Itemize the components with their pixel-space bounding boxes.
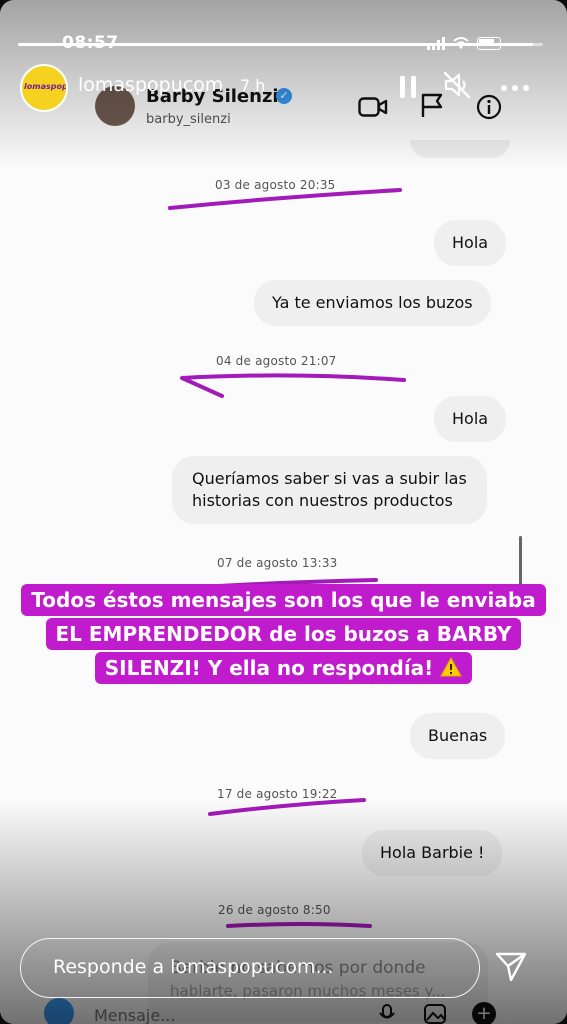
sent-message-bubble[interactable]: Hola [434,220,507,266]
video-camera-icon[interactable] [358,96,388,118]
underline-mark [226,922,372,928]
message-timestamp: 07 de agosto 13:33 [217,556,338,570]
warning-icon [440,657,463,677]
info-icon[interactable] [476,94,502,120]
speaker-muted-icon[interactable] [442,70,472,100]
status-time: 08:57 [62,33,119,53]
wifi-icon [453,37,469,49]
message-line: Queríamos saber si vas a subir las [192,469,467,488]
message-timestamp: 26 de agosto 8:50 [218,903,331,917]
pause-icon[interactable] [398,74,418,100]
story-viewer: Barby Silenzi ✓ barby_silenzi 03 de agos… [0,0,567,1024]
sent-message-bubble[interactable]: Buenas [410,713,506,759]
story-age: 7 h [240,76,266,95]
microphone-icon[interactable] [378,1004,396,1024]
sent-message-bubble[interactable]: Ya te enviamos los buzos [254,280,491,326]
story-account-avatar[interactable]: lomaspopu [20,64,68,112]
underline-mark [168,188,402,210]
logo-icon: lomaspopu [24,82,68,91]
sent-message-bubble[interactable]: Queríamos saber si vas a subir las histo… [172,456,487,524]
caption-line: Todos éstos mensajes son los que le envi… [21,584,546,616]
camera-icon[interactable] [44,998,74,1024]
send-icon[interactable] [494,950,528,984]
caption-line: EL EMPRENDEDOR de los buzos a BARBY [45,618,522,650]
message-timestamp: 03 de agosto 20:35 [215,178,336,192]
dm-compose-bar: Mensaje... + [32,994,542,1024]
story-caption: Todos éstos mensajes son los que le envi… [6,584,561,686]
compose-placeholder[interactable]: Mensaje... [94,1006,175,1024]
previous-message-bubble [410,140,510,158]
underline-mark [180,373,406,398]
system-status-icons [427,36,501,50]
signal-icon [427,36,445,50]
message-timestamp: 04 de agosto 21:07 [216,354,337,368]
add-icon[interactable]: + [472,1002,496,1024]
message-line: historias con nuestros productos [192,491,453,510]
more-icon[interactable] [500,84,530,92]
reply-placeholder: Responde a lomaspopucom... [53,956,334,978]
story-account-name[interactable]: lomaspopucom [78,74,223,96]
verified-badge-icon: ✓ [276,88,292,104]
flag-icon[interactable] [420,92,444,118]
sent-message-bubble[interactable]: Hola [434,396,507,442]
dm-contact-handle: barby_silenzi [146,112,231,127]
caption-line-text: SILENZI! Y ella no respondía! [104,656,434,680]
sent-message-bubble[interactable]: Hola Barbie ! [362,830,503,876]
caption-line: SILENZI! Y ella no respondía! [94,652,473,684]
message-timestamp: 17 de agosto 19:22 [217,787,338,801]
gallery-icon[interactable] [424,1004,446,1024]
story-reply-input[interactable]: Responde a lomaspopucom... [20,938,480,998]
underline-mark [208,798,366,816]
battery-icon [477,36,501,50]
scrollbar[interactable] [519,536,522,588]
